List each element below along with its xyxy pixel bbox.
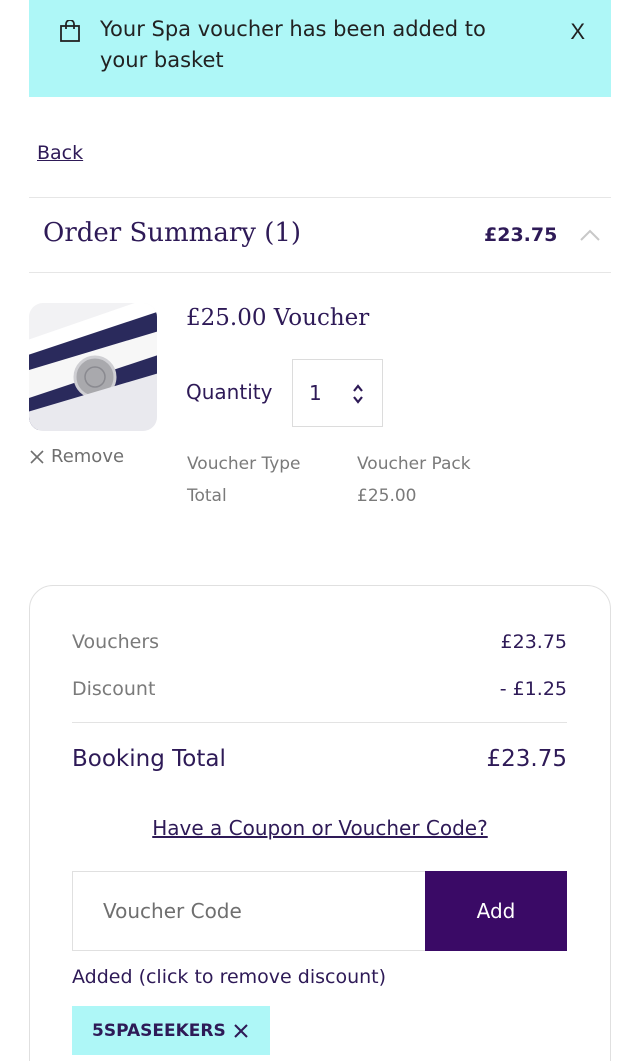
applied-code-text: 5SPASEEKERS xyxy=(92,1020,226,1041)
added-code-note: Added (click to remove discount) xyxy=(72,966,387,988)
voucher-code-input[interactable] xyxy=(72,871,426,951)
shopping-bag-icon xyxy=(60,20,80,42)
discount-label: Discount xyxy=(72,678,156,700)
remove-label: Remove xyxy=(51,446,125,467)
discount-value: - £1.25 xyxy=(499,678,567,700)
quantity-value: 1 xyxy=(309,381,322,405)
coupon-code-link[interactable]: Have a Coupon or Voucher Code? xyxy=(0,816,640,840)
divider xyxy=(72,722,567,723)
remove-item-button[interactable]: Remove xyxy=(29,446,124,467)
chevron-up-icon[interactable] xyxy=(579,228,601,242)
add-code-button[interactable]: Add xyxy=(425,871,567,951)
applied-code-chip[interactable]: 5SPASEEKERS xyxy=(72,1006,270,1055)
item-total-value: £25.00 xyxy=(357,486,417,506)
voucher-type-label: Voucher Type xyxy=(187,454,301,474)
order-summary-price: £23.75 xyxy=(484,224,558,246)
added-to-basket-banner: Your Spa voucher has been added to your … xyxy=(29,0,611,97)
up-down-arrows-icon xyxy=(353,384,363,404)
back-link[interactable]: Back xyxy=(37,142,83,164)
quantity-label: Quantity xyxy=(186,380,273,404)
booking-total-value: £23.75 xyxy=(486,746,567,772)
banner-message: Your Spa voucher has been added to your … xyxy=(100,17,486,72)
close-banner-button[interactable]: X xyxy=(570,18,585,46)
voucher-type-value: Voucher Pack xyxy=(357,454,471,474)
item-total-label: Total xyxy=(187,486,227,506)
vouchers-value: £23.75 xyxy=(500,631,567,653)
booking-total-label: Booking Total xyxy=(72,746,226,772)
vouchers-label: Vouchers xyxy=(72,631,160,653)
divider xyxy=(29,272,611,273)
close-icon xyxy=(30,449,44,464)
divider xyxy=(29,197,611,198)
voucher-product-image xyxy=(29,303,157,431)
order-summary-title: Order Summary (1) xyxy=(43,218,302,248)
quantity-select[interactable]: 1 xyxy=(292,359,383,427)
close-icon xyxy=(234,1023,248,1038)
voucher-item-title: £25.00 Voucher xyxy=(186,305,370,331)
